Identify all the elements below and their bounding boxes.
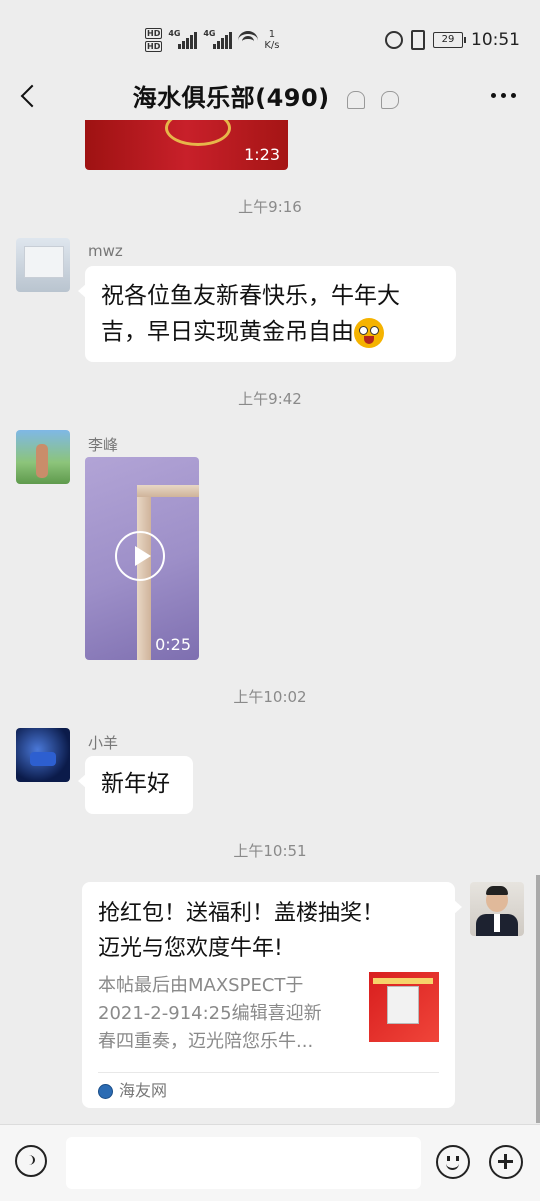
scrollbar[interactable] bbox=[536, 875, 540, 1123]
more-actions-button[interactable] bbox=[489, 1145, 523, 1179]
link-card-description-line: 2021-2-914:25编辑喜迎新 bbox=[98, 1003, 322, 1024]
vibrate-icon bbox=[411, 30, 425, 50]
video-duration: 1:23 bbox=[244, 145, 280, 164]
network-speed-unit: K/s bbox=[264, 40, 280, 51]
voice-input-button[interactable] bbox=[15, 1145, 47, 1177]
more-dot-icon bbox=[511, 92, 516, 98]
astonished-emoji-icon bbox=[354, 317, 384, 348]
emoji-button[interactable] bbox=[436, 1145, 470, 1179]
more-dot-icon bbox=[501, 92, 506, 98]
link-card-description: 本帖最后由MAXSPECT于 2021-2-914:25编辑喜迎新 春四重奏，迈… bbox=[98, 972, 348, 1056]
input-bar bbox=[0, 1124, 540, 1201]
message-text-line: 吉，早日实现黄金吊自由 bbox=[101, 319, 354, 345]
chat-header: 海水俱乐部(490) bbox=[0, 72, 540, 120]
video-message[interactable]: 0:25 bbox=[85, 457, 199, 660]
link-card-source-name: 海友网 bbox=[119, 1081, 168, 1100]
timestamp: 上午9:42 bbox=[238, 390, 302, 408]
avatar[interactable] bbox=[470, 882, 524, 936]
sender-name: 李峰 bbox=[88, 436, 119, 454]
link-card-description-line: 本帖最后由MAXSPECT于 bbox=[98, 975, 304, 996]
link-card-thumbnail bbox=[369, 972, 439, 1042]
sender-name: 小羊 bbox=[88, 734, 119, 752]
text-message[interactable]: 祝各位鱼友新春快乐，牛年大 吉，早日实现黄金吊自由 bbox=[78, 266, 456, 362]
text-message[interactable]: 新年好 bbox=[78, 756, 193, 814]
more-dot-icon bbox=[491, 92, 496, 98]
signal-icon-2: 4G bbox=[203, 29, 233, 49]
signal-icon: 4G bbox=[168, 29, 198, 49]
sender-name: mwz bbox=[88, 242, 123, 260]
battery-icon: 29 bbox=[433, 32, 466, 48]
link-card-description-line: 春四重奏，迈光陪您乐牛... bbox=[98, 1031, 314, 1052]
link-card-title: 迈光与您欢度牛年! bbox=[98, 936, 283, 961]
chat-area[interactable]: 1:23 上午9:16 mwz 祝各位鱼友新春快乐，牛年大 吉，早日实现黄金吊自… bbox=[0, 120, 540, 1124]
status-right: 29 10:51 bbox=[385, 28, 520, 52]
network-speed: 1 K/s bbox=[264, 29, 279, 51]
hd-icon: HD HD bbox=[145, 28, 163, 52]
message-input[interactable] bbox=[66, 1137, 421, 1189]
video-thumbnail bbox=[137, 485, 199, 497]
chat-title-wrap: 海水俱乐部(490) bbox=[0, 78, 540, 113]
link-card-message[interactable]: 抢红包！送福利！盖楼抽奖！ 迈光与您欢度牛年! 本帖最后由MAXSPECT于 2… bbox=[82, 882, 462, 1108]
video-message[interactable]: 1:23 bbox=[85, 120, 288, 170]
message-text: 新年好 bbox=[101, 771, 170, 797]
network-speed-value: 1 bbox=[268, 29, 276, 40]
timestamp: 上午10:02 bbox=[233, 688, 307, 706]
more-button[interactable] bbox=[491, 80, 516, 110]
divider bbox=[98, 1072, 439, 1073]
avatar[interactable] bbox=[16, 728, 70, 782]
earpiece-icon bbox=[381, 91, 400, 109]
status-left: HD HD 4G 4G 1 K/s bbox=[145, 24, 279, 56]
mute-icon bbox=[346, 91, 365, 109]
status-bar: HD HD 4G 4G 1 K/s 29 10:51 bbox=[0, 0, 540, 72]
avatar[interactable] bbox=[16, 238, 70, 292]
wifi-icon bbox=[238, 30, 259, 50]
clock: 10:51 bbox=[471, 30, 520, 50]
timestamp: 上午10:51 bbox=[233, 842, 307, 860]
video-duration: 0:25 bbox=[155, 635, 191, 654]
video-thumbnail-decoration bbox=[165, 120, 231, 146]
link-card-title: 抢红包！送福利！盖楼抽奖！ bbox=[98, 901, 385, 926]
source-logo-icon bbox=[98, 1083, 113, 1099]
timestamp: 上午9:16 bbox=[238, 198, 302, 216]
alarm-icon bbox=[385, 31, 403, 49]
play-icon[interactable] bbox=[115, 531, 165, 581]
chat-title: 海水俱乐部(490) bbox=[132, 84, 330, 112]
link-card-source: 海友网 bbox=[98, 1077, 167, 1105]
message-text-line: 祝各位鱼友新春快乐，牛年大 bbox=[101, 283, 400, 309]
avatar[interactable] bbox=[16, 430, 70, 484]
